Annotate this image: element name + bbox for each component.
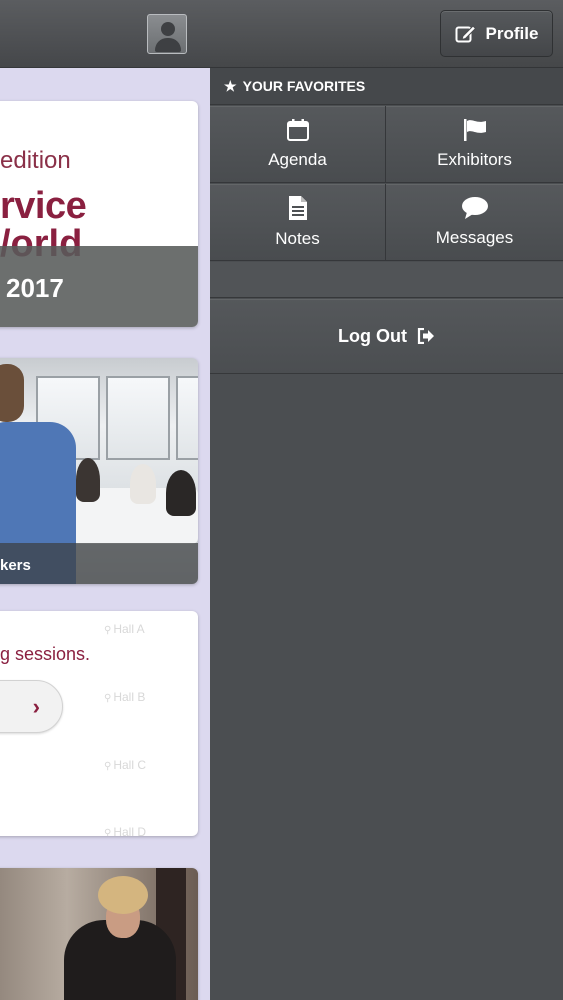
star-icon: ★ <box>224 77 237 94</box>
tile-exhibitors[interactable]: Exhibitors <box>386 106 563 183</box>
calendar-icon <box>286 119 309 141</box>
menu-top-bar: Profile <box>210 0 563 68</box>
tile-exhibitors-label: Exhibitors <box>437 150 512 169</box>
map-pin-icon: ⚲ <box>104 625 112 636</box>
flag-icon <box>463 119 486 141</box>
main-top-bar <box>0 0 210 68</box>
avatar-body-icon <box>155 38 181 52</box>
logout-button[interactable]: Log Out <box>210 299 563 374</box>
menu-divider-bar <box>210 262 563 298</box>
hall-location: ⚲ Hall D <box>104 825 146 836</box>
banner-title-line1: rvice <box>0 185 87 227</box>
side-menu: Profile ★ YOUR FAVORITES Agenda Exhibito… <box>210 0 563 1000</box>
map-pin-icon: ⚲ <box>104 828 112 836</box>
event-banner-card[interactable]: edition rvice /orld 2017 <box>0 101 198 327</box>
user-avatar-button[interactable] <box>147 14 187 54</box>
sessions-card: ⚲ Hall A g sessions. › ⚲ Hall B ⚲ Hall C ⚲ H… <box>0 611 198 836</box>
tile-agenda[interactable]: Agenda <box>210 106 386 183</box>
document-icon <box>288 196 307 220</box>
photo-window <box>106 376 170 460</box>
sign-out-icon <box>417 328 434 344</box>
photo-attendee <box>130 464 156 504</box>
attendee-photo-card[interactable] <box>0 868 198 1000</box>
photo-attendee <box>76 458 100 502</box>
main-content-pane: edition rvice /orld 2017 kers ⚲ Hall A g … <box>0 0 210 1000</box>
hall-location: ⚲ Hall C <box>104 758 146 772</box>
photo-person-hair <box>98 876 148 914</box>
profile-button-label: Profile <box>485 23 539 43</box>
banner-year: 2017 <box>6 273 64 303</box>
profile-button[interactable]: Profile <box>440 10 553 57</box>
speakers-card-label: kers <box>0 557 31 574</box>
tile-messages[interactable]: Messages <box>386 184 563 261</box>
tile-notes[interactable]: Notes <box>210 184 386 261</box>
tile-notes-label: Notes <box>275 229 320 248</box>
sessions-next-button[interactable]: › <box>0 680 63 733</box>
logout-label: Log Out <box>338 325 407 346</box>
chat-bubble-icon <box>461 197 488 219</box>
banner-edition-text: edition <box>0 147 71 174</box>
photo-attendee <box>166 470 196 516</box>
map-pin-icon: ⚲ <box>104 761 112 772</box>
favorites-header: ★ YOUR FAVORITES <box>210 68 563 105</box>
photo-speaker-head <box>0 364 24 422</box>
map-pin-icon: ⚲ <box>104 693 112 704</box>
tile-messages-label: Messages <box>435 228 514 247</box>
avatar-head-icon <box>161 22 175 36</box>
edit-icon <box>455 24 476 42</box>
favorites-header-label: YOUR FAVORITES <box>242 78 366 94</box>
photo-window <box>176 376 198 460</box>
chevron-right-icon: › <box>32 694 40 719</box>
tile-agenda-label: Agenda <box>268 150 327 169</box>
hall-location: ⚲ Hall A <box>104 622 145 636</box>
speakers-card[interactable]: kers <box>0 358 198 584</box>
sessions-text: g sessions. <box>0 644 91 664</box>
hall-location: ⚲ Hall B <box>104 690 146 704</box>
